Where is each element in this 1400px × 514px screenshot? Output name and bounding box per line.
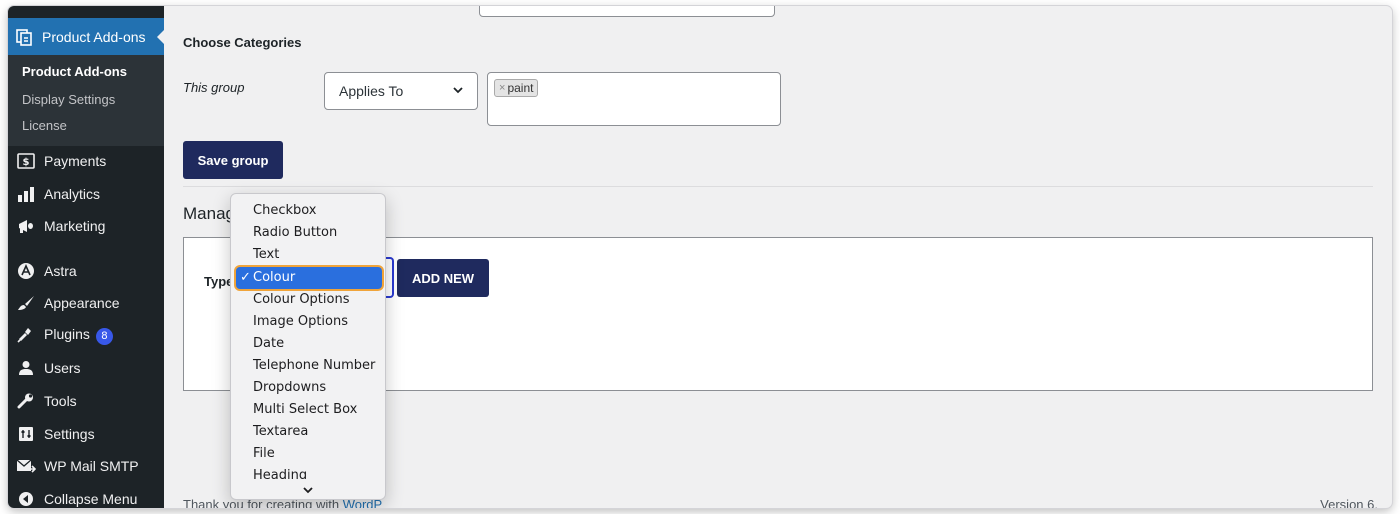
plugins-label: Plugins <box>44 325 90 342</box>
sidebar-item-label: Analytics <box>44 186 101 202</box>
chevron-down-icon <box>451 83 465 100</box>
sidebar-collapse-menu[interactable]: Collapse Menu <box>8 484 164 508</box>
check-icon: ✓ <box>240 270 251 285</box>
sidebar-item-label: Plugins 8 <box>44 326 113 345</box>
sidebar-item-label: Appearance <box>44 295 120 311</box>
product-addons-icon <box>14 27 34 47</box>
dropdown-option-radio-button[interactable]: Radio Button <box>231 222 385 244</box>
sidebar-item-label: WP Mail SMTP <box>44 458 139 474</box>
user-icon <box>16 358 36 378</box>
save-group-button[interactable]: Save group <box>183 141 283 179</box>
submenu-item-license[interactable]: License <box>22 118 67 133</box>
admin-sidebar: Product Add-ons Product Add-ons Display … <box>8 6 165 508</box>
dropdown-option-multi-select-box[interactable]: Multi Select Box <box>231 399 385 421</box>
tag-label: paint <box>507 81 534 95</box>
plugin-icon <box>16 325 36 345</box>
manage-section-title: Manag <box>183 204 235 223</box>
row-label: This group <box>183 80 245 95</box>
divider <box>183 186 1373 187</box>
option-label: Colour <box>253 270 296 285</box>
section-title: Choose Categories <box>183 35 302 50</box>
dropdown-option-checkbox[interactable]: Checkbox <box>231 200 385 222</box>
sidebar-submenu: Product Add-ons Display Settings License <box>8 55 164 146</box>
sidebar-item-appearance[interactable]: Appearance <box>8 288 164 318</box>
type-label: Type <box>204 274 234 289</box>
dropdown-option-text[interactable]: Text <box>231 244 385 266</box>
submenu-item-product-addons[interactable]: Product Add-ons <box>22 64 127 79</box>
dropdown-option-colour[interactable]: ✓ Colour <box>236 267 382 289</box>
sidebar-item-astra[interactable]: Astra <box>8 256 164 286</box>
field-type-dropdown[interactable]: Checkbox Radio Button Text ✓ Colour Colo… <box>230 193 386 500</box>
sidebar-item-analytics[interactable]: Analytics <box>8 179 164 209</box>
sidebar-item-payments[interactable]: $ Payments <box>8 146 164 176</box>
mail-icon <box>16 456 36 476</box>
applies-to-select[interactable]: Applies To <box>324 72 478 110</box>
sidebar-item-label: Users <box>44 360 81 376</box>
sidebar-item-wp-mail-smtp[interactable]: WP Mail SMTP <box>8 451 164 481</box>
sidebar-item-label: Collapse Menu <box>44 491 138 507</box>
dropdown-option-dropdowns[interactable]: Dropdowns <box>231 377 385 399</box>
add-new-button[interactable]: ADD NEW <box>397 259 489 297</box>
applies-to-value: Applies To <box>339 83 404 99</box>
submenu-item-display-settings[interactable]: Display Settings <box>22 92 115 107</box>
dropdown-option-colour-options[interactable]: Colour Options <box>231 289 385 311</box>
sidebar-item-settings[interactable]: Settings <box>8 419 164 449</box>
sidebar-item-product-addons[interactable]: Product Add-ons <box>8 18 165 55</box>
sidebar-item-label: Product Add-ons <box>42 28 146 45</box>
sidebar-item-label: Marketing <box>44 218 106 234</box>
sidebar-item-users[interactable]: Users <box>8 353 164 383</box>
dropdown-option-date[interactable]: Date <box>231 333 385 355</box>
dropdown-option-heading[interactable]: Heading <box>231 465 385 479</box>
sidebar-item-marketing[interactable]: Marketing <box>8 211 164 241</box>
footer-version: Version 6. <box>1320 497 1378 508</box>
sidebar-item-tools[interactable]: Tools <box>8 386 164 416</box>
update-count-badge: 8 <box>95 327 113 345</box>
astra-icon <box>16 261 36 281</box>
dropdown-option-image-options[interactable]: Image Options <box>231 311 385 333</box>
remove-tag-icon[interactable]: × <box>499 82 505 94</box>
settings-icon <box>16 424 36 444</box>
svg-text:$: $ <box>23 157 30 168</box>
group-name-input[interactable] <box>479 6 775 17</box>
dropdown-option-telephone-number[interactable]: Telephone Number <box>231 355 385 377</box>
sidebar-item-label: Settings <box>44 426 95 442</box>
collapse-icon <box>16 489 36 508</box>
sidebar-item-label: Astra <box>44 263 77 279</box>
wrench-icon <box>16 391 36 411</box>
dropdown-option-file[interactable]: File <box>231 443 385 465</box>
bar-chart-icon <box>16 184 36 204</box>
dropdown-option-textarea[interactable]: Textarea <box>231 421 385 443</box>
sidebar-item-label: Tools <box>44 393 77 409</box>
dollar-icon: $ <box>16 151 36 171</box>
sidebar-item-label: Payments <box>44 153 107 169</box>
tag-chip[interactable]: × paint <box>494 79 539 97</box>
scroll-down-chevron-icon[interactable] <box>301 482 315 494</box>
category-tag-input[interactable]: × paint <box>487 72 781 126</box>
sidebar-item-plugins[interactable]: Plugins 8 <box>8 320 164 350</box>
app-window: Product Add-ons Product Add-ons Display … <box>8 6 1392 508</box>
megaphone-icon <box>16 216 36 236</box>
paintbrush-icon <box>16 293 36 313</box>
